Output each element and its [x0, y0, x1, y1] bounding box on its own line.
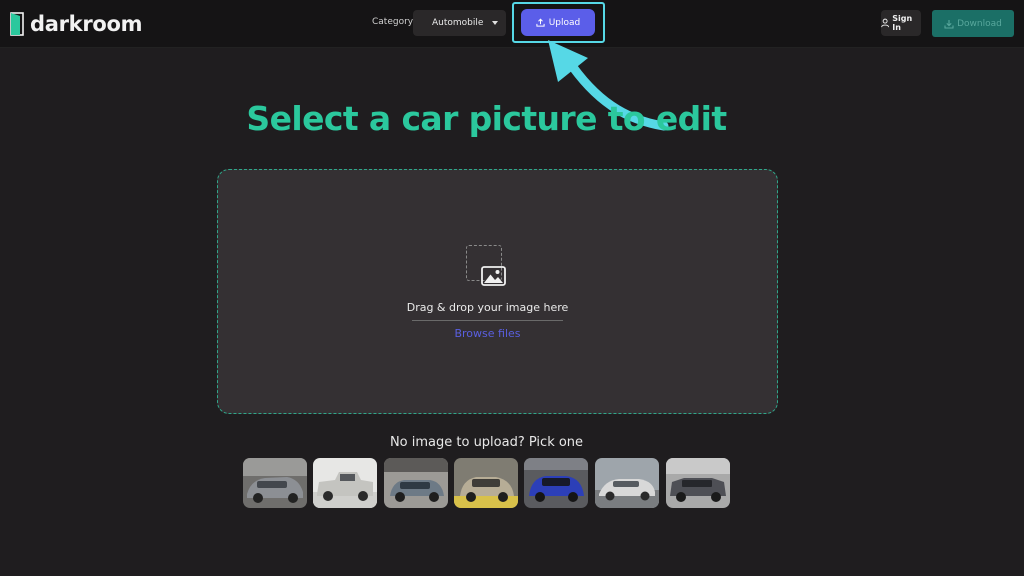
category-select[interactable]: Automobile [413, 10, 506, 36]
logo[interactable]: darkroom [10, 10, 143, 38]
sign-in-label: Sign In [892, 14, 913, 32]
logo-text: darkroom [30, 12, 143, 36]
browse-files-link[interactable]: Browse files [218, 327, 757, 340]
upload-icon [536, 18, 545, 27]
sample-thumbnails [243, 458, 730, 508]
sign-in-button[interactable]: Sign In [881, 10, 921, 36]
sample-car-thumbnail[interactable] [454, 458, 518, 508]
dropzone-divider [412, 320, 563, 321]
download-label: Download [957, 18, 1002, 29]
samples-title: No image to upload? Pick one [389, 435, 584, 450]
sample-car-thumbnail[interactable] [313, 458, 377, 508]
door-logo-icon [10, 12, 28, 36]
category-value: Automobile [432, 18, 484, 28]
user-icon [881, 18, 890, 28]
sample-car-thumbnail[interactable] [243, 458, 307, 508]
sample-car-thumbnail[interactable] [384, 458, 448, 508]
sample-car-thumbnail[interactable] [666, 458, 730, 508]
upload-label: Upload [548, 17, 581, 28]
download-icon [944, 19, 954, 29]
download-button[interactable]: Download [932, 10, 1014, 37]
image-icon [481, 266, 506, 286]
top-bar: darkroom Category: Automobile Upload Sig… [0, 0, 1024, 48]
caret-down-icon [492, 21, 498, 25]
category-label: Category: [372, 17, 416, 27]
sample-car-thumbnail[interactable] [524, 458, 588, 508]
page-headline: Select a car picture to edit [246, 99, 727, 138]
dropzone-text: Drag & drop your image here [406, 301, 569, 314]
image-dropzone[interactable]: Drag & drop your image here Browse files [217, 169, 778, 414]
sample-car-thumbnail[interactable] [595, 458, 659, 508]
upload-button[interactable]: Upload [521, 9, 595, 36]
